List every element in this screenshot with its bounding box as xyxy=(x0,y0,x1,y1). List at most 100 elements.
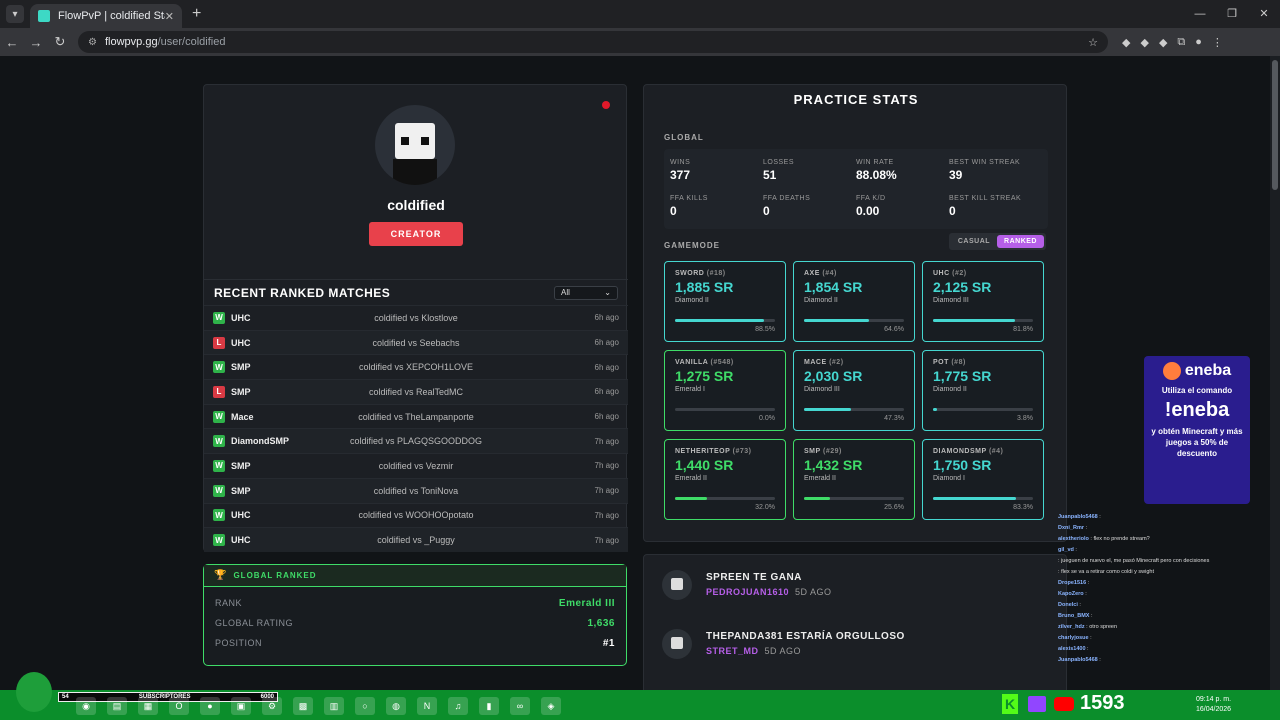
browser-menu-icon[interactable]: ⋮ xyxy=(1212,36,1223,49)
minimize-button[interactable]: — xyxy=(1184,0,1216,28)
comment-user[interactable]: PEDROJUAN1610 xyxy=(706,587,789,597)
gamemode-card[interactable]: VANILLA (#548) 1,275 SR Emerald I 0.0% xyxy=(664,350,786,431)
new-tab-button[interactable]: + xyxy=(192,5,201,23)
match-row[interactable]: L UHC coldified vs Seebachs 6h ago xyxy=(204,329,628,355)
minecraft-app-icon[interactable]: ▩ xyxy=(293,697,313,715)
tab-search-button[interactable]: ▾ xyxy=(6,5,24,23)
clock-date: 16/04/2026 xyxy=(1196,706,1232,713)
gamemode-name: DIAMONDSMP (#4) xyxy=(933,448,1033,455)
match-row[interactable]: W UHC coldified vs WOOHOOpotato 7h ago xyxy=(204,502,628,528)
mode-rank: (#29) xyxy=(823,448,842,455)
comment-user[interactable]: STRET_MD xyxy=(706,646,759,656)
mode-sr: 1,885 SR xyxy=(675,279,734,295)
stat-value: 0 xyxy=(670,204,677,218)
site-info-icon[interactable]: ⚙ xyxy=(88,37,97,48)
gamemode-card[interactable]: SMP (#29) 1,432 SR Emerald II 25.6% xyxy=(793,439,915,520)
mode-rank: (#8) xyxy=(951,359,966,366)
clock-time: 09:14 p. m. xyxy=(1196,696,1232,703)
reload-button[interactable]: ↻ xyxy=(48,34,72,50)
match-row[interactable]: W SMP coldified vs Vezmir 7h ago xyxy=(204,453,628,478)
match-row[interactable]: W UHC coldified vs _Puggy 7h ago xyxy=(204,527,628,552)
close-tab-icon[interactable]: ✕ xyxy=(165,10,174,23)
match-row[interactable]: W DiamondSMP coldified vs PLAGQSGOODDOG 7h … xyxy=(204,428,628,454)
extension-icon[interactable]: ◆ xyxy=(1122,36,1130,49)
bookmark-star-icon[interactable]: ☆ xyxy=(1088,36,1098,49)
gamemode-card[interactable]: MACE (#2) 2,030 SR Diamond III 47.3% xyxy=(793,350,915,431)
casual-toggle[interactable]: CASUAL xyxy=(951,235,997,248)
mode-rank: (#73) xyxy=(732,448,752,455)
mode-tier: Diamond II xyxy=(804,297,838,304)
result-badge: W xyxy=(213,534,225,547)
trophy-icon: 🏆 xyxy=(214,570,228,581)
url-input[interactable]: ⚙ flowpvp.gg/user/coldified ☆ xyxy=(78,31,1108,53)
progress-bar xyxy=(804,497,904,500)
notion-app-icon[interactable]: N xyxy=(417,697,437,715)
avatar xyxy=(375,105,455,185)
progress-fill xyxy=(675,319,764,322)
mode-tier: Diamond II xyxy=(933,386,967,393)
position-label: POSITION xyxy=(215,638,263,648)
match-filter-select[interactable]: All ⌄ xyxy=(554,285,618,300)
app-icon[interactable]: ● xyxy=(200,697,220,715)
match-row[interactable]: W SMP coldified vs ToniNova 7h ago xyxy=(204,477,628,503)
gamemode-card[interactable]: AXE (#4) 1,854 SR Diamond II 64.6% xyxy=(793,261,915,342)
stat-label: WIN RATE xyxy=(856,159,894,166)
outlook-app-icon[interactable]: O xyxy=(169,697,189,715)
browser-app-icon[interactable]: ◉ xyxy=(76,697,96,715)
store-app-icon[interactable]: ▦ xyxy=(138,697,158,715)
tab-flowpvp[interactable]: FlowPvP | coldified Stats ✕ xyxy=(30,4,182,28)
global-ranked-header: 🏆 GLOBAL RANKED xyxy=(204,565,626,587)
forward-button[interactable]: → xyxy=(24,35,48,50)
back-button[interactable]: ← xyxy=(0,35,24,50)
extensions-puzzle-icon[interactable]: ⧉ xyxy=(1177,36,1185,49)
page-scrollbar[interactable] xyxy=(1270,56,1280,690)
system-clock[interactable]: 09:14 p. m. 16/04/2026 xyxy=(1196,695,1231,715)
chat-user: zilver_hdz xyxy=(1058,624,1085,630)
gamemode-label: GAMEMODE xyxy=(664,241,720,250)
rank-row: RANK Emerald III xyxy=(204,593,626,613)
gamemode-card[interactable]: POT (#8) 1,775 SR Diamond II 3.8% xyxy=(922,350,1044,431)
app-icon[interactable]: ▥ xyxy=(324,697,344,715)
stat-label: BEST KILL STREAK xyxy=(949,195,1022,202)
match-row[interactable]: L SMP coldified vs RealTedMC 6h ago xyxy=(204,379,628,404)
ranked-toggle[interactable]: RANKED xyxy=(997,235,1044,248)
spotify-app-icon[interactable]: ♫ xyxy=(448,697,468,715)
app-icon[interactable]: ◈ xyxy=(541,697,561,715)
gamemode-card[interactable]: UHC (#2) 2,125 SR Diamond III 81.8% xyxy=(922,261,1044,342)
creator-badge[interactable]: CREATOR xyxy=(369,222,463,246)
recent-matches-header: RECENT RANKED MATCHES All ⌄ xyxy=(204,279,628,305)
rating-row: GLOBAL RATING 1,636 xyxy=(204,613,626,633)
chat-message: Juanpablo5468 : xyxy=(1058,512,1270,523)
stat-label: LOSSES xyxy=(763,159,795,166)
app-icon[interactable]: ◍ xyxy=(386,697,406,715)
comment: THEPANDA381 ESTARÍA ORGULLOSO STRET_MD 5D … xyxy=(644,614,1066,673)
extension-icon[interactable]: ◆ xyxy=(1159,36,1167,49)
global-ranked-title: GLOBAL RANKED xyxy=(233,571,317,580)
mode-rank: (#2) xyxy=(829,359,844,366)
close-window-button[interactable]: ✕ xyxy=(1248,0,1280,28)
match-mode: Mace xyxy=(231,411,254,422)
scrollbar-thumb[interactable] xyxy=(1272,60,1278,190)
app-icon[interactable]: ○ xyxy=(355,697,375,715)
gamemode-card[interactable]: SWORD (#18) 1,885 SR Diamond II 88.5% xyxy=(664,261,786,342)
gamemode-card[interactable]: DIAMONDSMP (#4) 1,750 SR Diamond I 83.3% xyxy=(922,439,1044,520)
gamemode-name: NETHERITEOP (#73) xyxy=(675,448,775,455)
gamemode-card[interactable]: NETHERITEOP (#73) 1,440 SR Emerald II 32.0% xyxy=(664,439,786,520)
status-dot xyxy=(602,101,610,109)
app-icon[interactable]: ∞ xyxy=(510,697,530,715)
stat-value: 0 xyxy=(949,204,956,218)
steam-app-icon[interactable]: ⚙ xyxy=(262,697,282,715)
extension-icon[interactable]: ◆ xyxy=(1140,36,1148,49)
match-row[interactable]: W UHC coldified vs Klostlove 6h ago xyxy=(204,305,628,330)
maximize-button[interactable]: ❐ xyxy=(1216,0,1248,28)
match-time: 7h ago xyxy=(594,510,619,520)
app-icon[interactable]: ▮ xyxy=(479,697,499,715)
app-icon[interactable]: ▣ xyxy=(231,697,251,715)
rank-value: Emerald III xyxy=(558,597,615,609)
chat-sep: : xyxy=(1097,514,1101,520)
match-row[interactable]: W SMP coldified vs XEPCOH1LOVE 6h ago xyxy=(204,354,628,379)
global-ranked-card: 🏆 GLOBAL RANKED RANK Emerald III GLOBAL … xyxy=(203,564,627,666)
match-row[interactable]: W Mace coldified vs TheLampanporte 6h ago xyxy=(204,403,628,429)
explorer-app-icon[interactable]: ▤ xyxy=(107,697,127,715)
profile-avatar-icon[interactable]: ● xyxy=(1195,36,1202,49)
